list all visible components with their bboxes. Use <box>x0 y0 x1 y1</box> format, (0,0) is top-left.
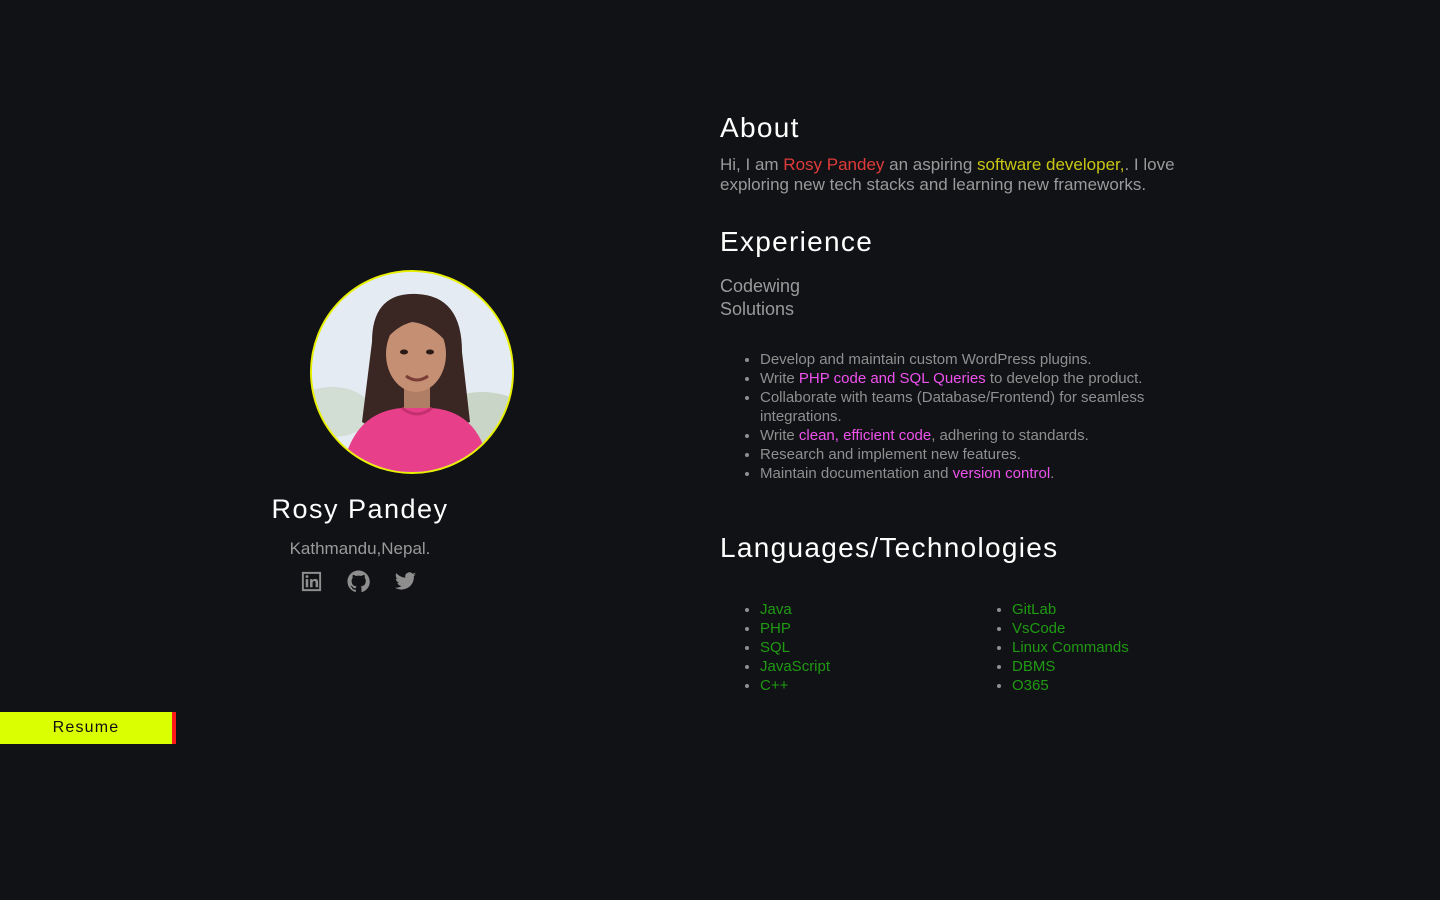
list-item: Write clean, efficient code, adhering to… <box>760 426 1230 445</box>
list-item: Collaborate with teams (Database/Fronten… <box>760 388 1230 426</box>
list-item: PHP <box>760 619 830 638</box>
list-item: VsCode <box>1012 619 1129 638</box>
experience-heading: Experience <box>720 226 874 257</box>
profile-location: Kathmandu,Nepal. <box>289 539 431 558</box>
about-text-part: an aspiring <box>884 155 978 174</box>
portfolio-page: Rosy Pandey Kathmandu,Nepal. Resume Abou… <box>0 0 1440 900</box>
list-item: C++ <box>760 676 830 695</box>
list-item: Java <box>760 600 830 619</box>
duty-text: Write <box>760 370 799 387</box>
list-item: DBMS <box>1012 657 1129 676</box>
github-icon[interactable] <box>347 570 370 593</box>
duty-text: . <box>1050 465 1055 482</box>
technologies-heading: Languages/Technologies <box>720 532 1059 563</box>
about-name-highlight: Rosy Pandey <box>783 155 885 174</box>
list-item: Develop and maintain custom WordPress pl… <box>760 350 1230 369</box>
languages-list: Java PHP SQL JavaScript C++ <box>720 600 830 695</box>
duty-highlight: PHP code and SQL Queries <box>798 370 986 387</box>
duty-text: Write <box>760 427 799 444</box>
about-text-part: Hi, I am <box>720 155 784 174</box>
duty-highlight: clean, efficient code <box>798 427 932 444</box>
duty-highlight: version control <box>952 465 1051 482</box>
duties-list: Develop and maintain custom WordPress pl… <box>720 350 1230 483</box>
company-name: Codewing Solutions <box>720 276 801 319</box>
tools-list: GitLab VsCode Linux Commands DBMS O365 <box>972 600 1129 695</box>
duty-text: Maintain documentation and <box>760 465 953 482</box>
list-item: Write PHP code and SQL Queries to develo… <box>760 369 1230 388</box>
list-item: Linux Commands <box>1012 638 1129 657</box>
duty-text: , adhering to standards. <box>931 427 1089 444</box>
social-links <box>300 570 417 593</box>
about-text: Hi, I am Rosy Pandey an aspiring softwar… <box>720 155 1200 195</box>
list-item: O365 <box>1012 676 1129 695</box>
list-item: Maintain documentation and version contr… <box>760 464 1230 483</box>
linkedin-icon[interactable] <box>300 570 323 593</box>
list-item: Research and implement new features. <box>760 445 1230 464</box>
list-item: GitLab <box>1012 600 1129 619</box>
twitter-icon[interactable] <box>394 570 417 593</box>
duty-text: to develop the product. <box>985 370 1143 387</box>
list-item: JavaScript <box>760 657 830 676</box>
profile-name: Rosy Pandey <box>271 494 449 524</box>
resume-button[interactable]: Resume <box>0 712 176 744</box>
about-heading: About <box>720 112 800 143</box>
list-item: SQL <box>760 638 830 657</box>
profile-photo <box>310 270 514 474</box>
about-role-highlight: software developer, <box>977 155 1125 174</box>
